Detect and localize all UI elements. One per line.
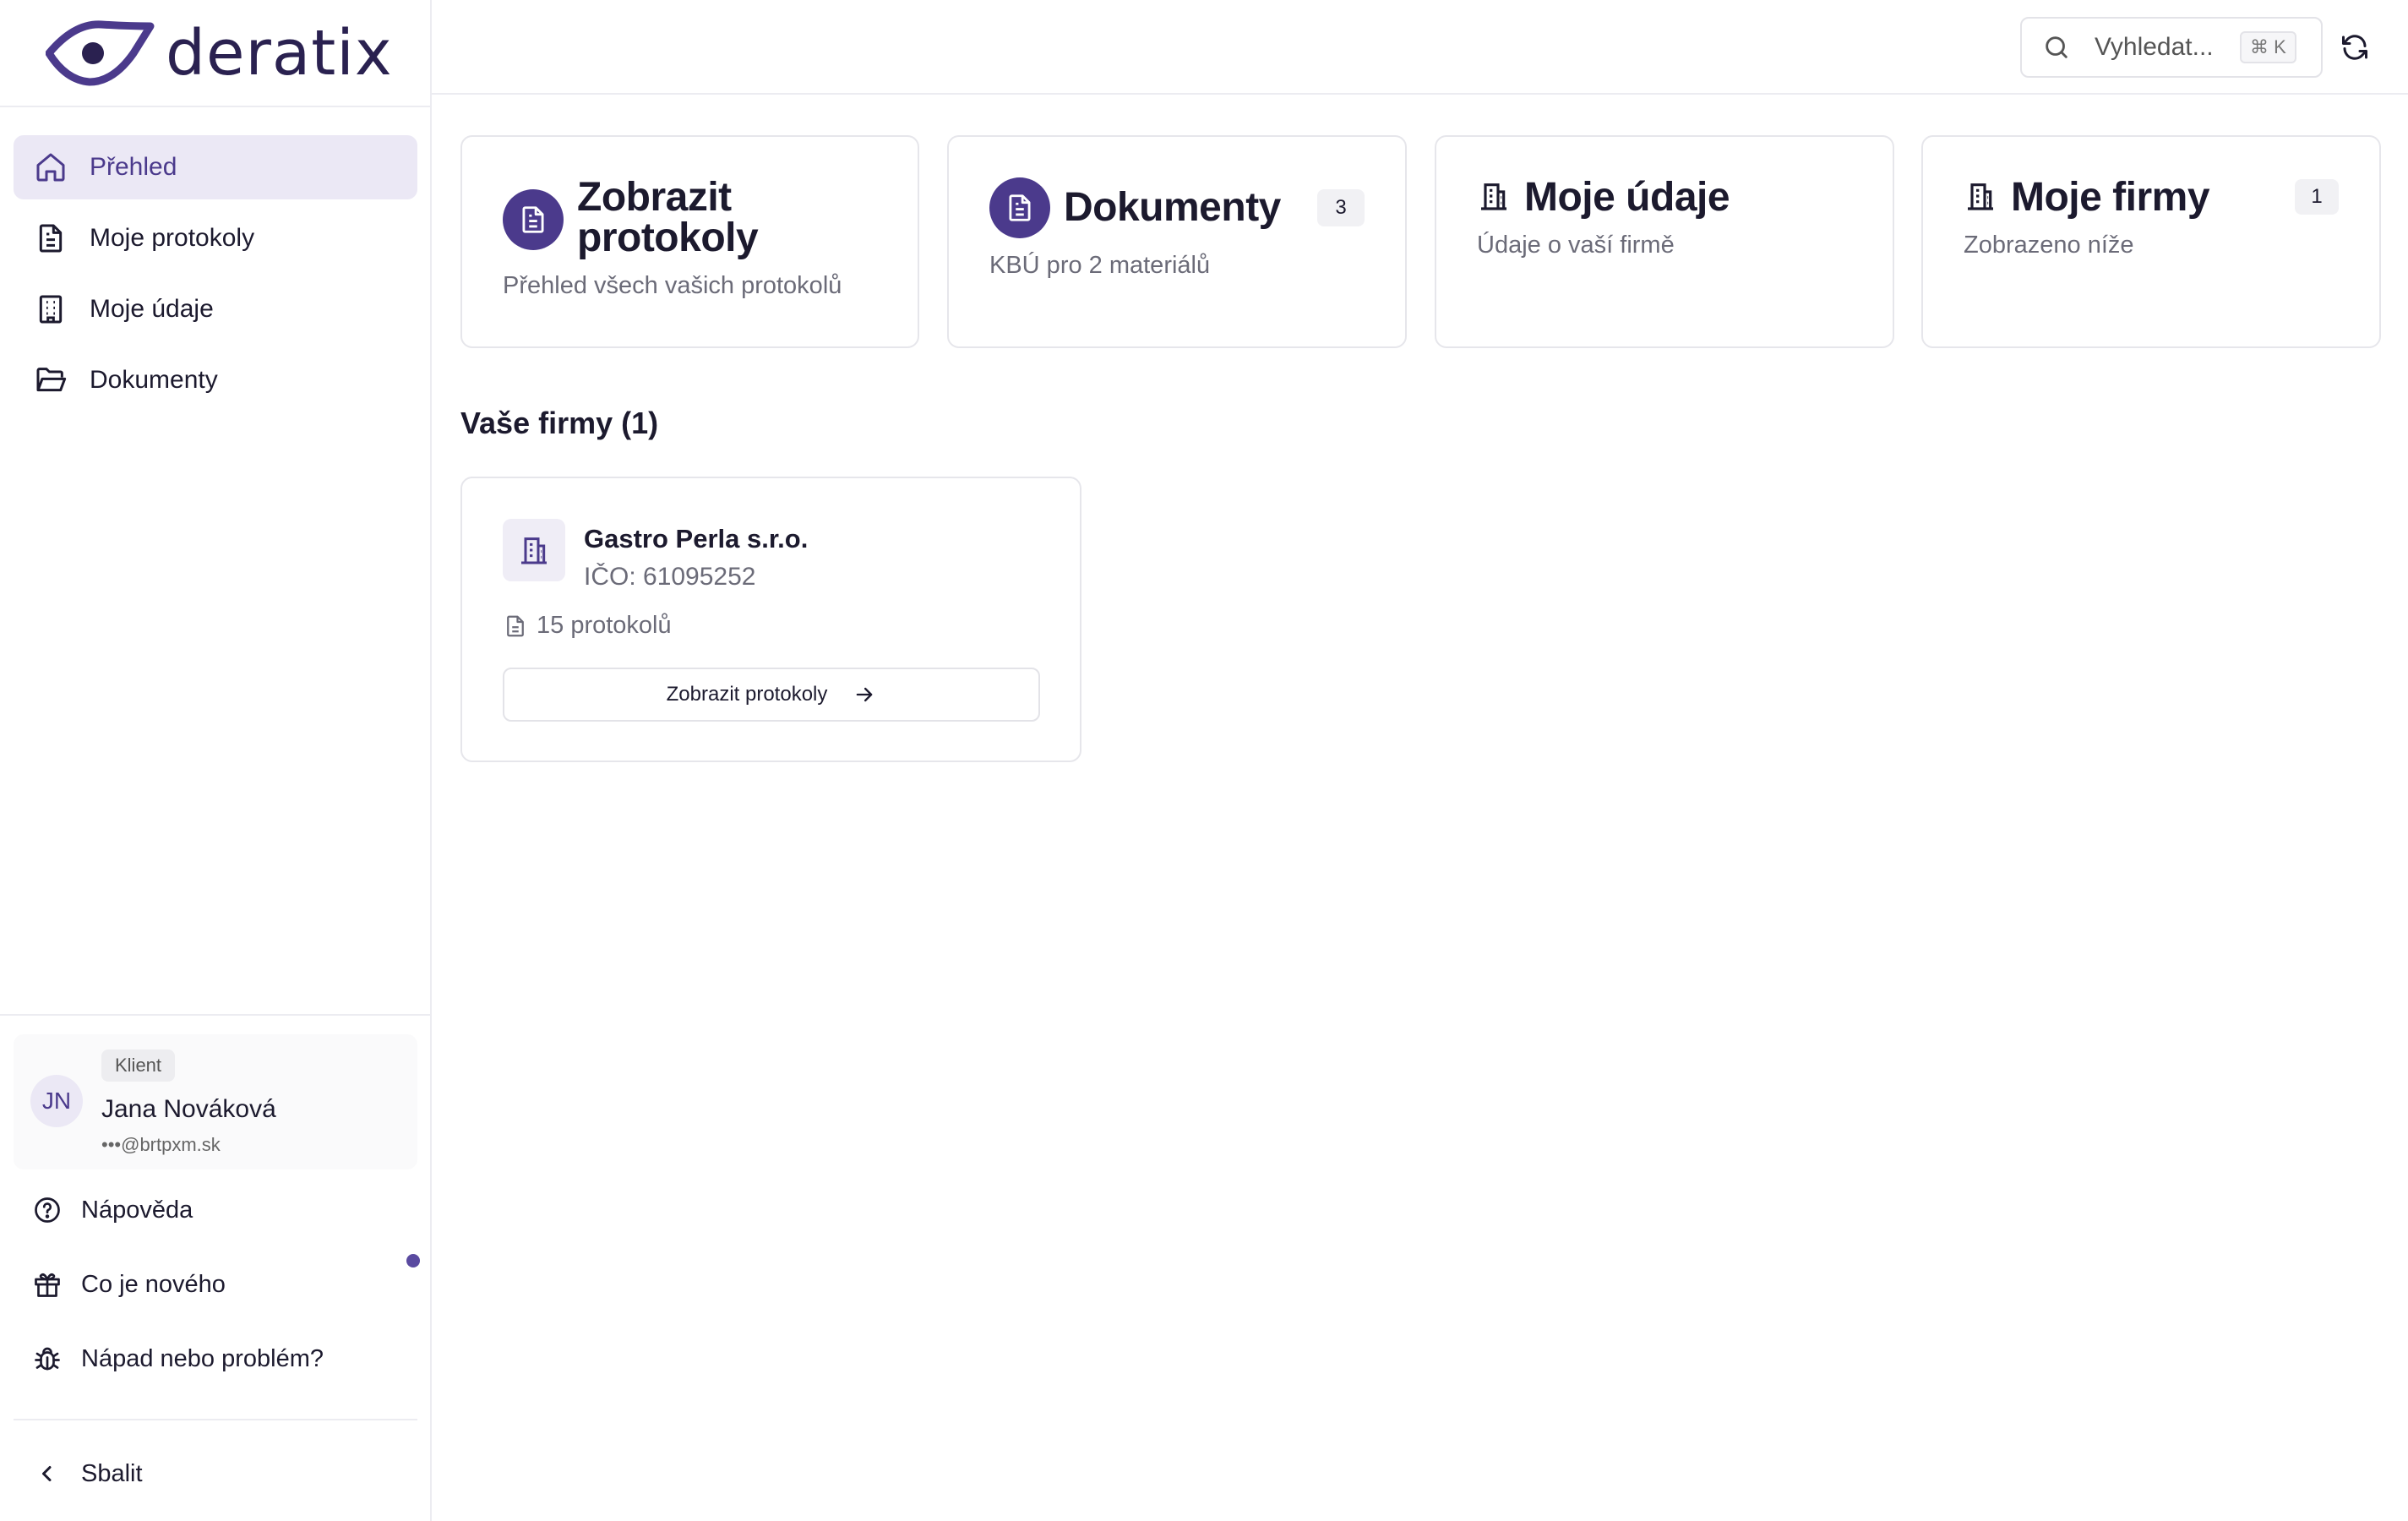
- card-title: Dokumenty: [1064, 185, 1281, 230]
- card-title: Zobrazit protokoly: [577, 175, 759, 260]
- refresh-icon: [2342, 35, 2367, 60]
- firm-protocol-count: 15 protokolů: [503, 612, 672, 640]
- card-subtitle: Zobrazeno níže: [1964, 232, 2134, 259]
- sidebar-footer: JN Klient Jana Nováková •••@brtpxm.sk Ná…: [0, 1014, 430, 1521]
- building-icon: [1964, 179, 1997, 213]
- refresh-button[interactable]: [2336, 29, 2373, 66]
- firm-name: Gastro Perla s.r.o.: [584, 524, 809, 553]
- count-badge: 3: [1317, 189, 1365, 226]
- sidebar-item-moje-protokoly[interactable]: Moje protokoly: [14, 206, 417, 270]
- sidebar-item-label: Moje údaje: [90, 295, 214, 323]
- sidebar-nav: Přehled Moje protokoly Moje údaje Dokume…: [14, 135, 417, 419]
- file-text-icon: [34, 221, 68, 255]
- sidebar-item-dokumenty[interactable]: Dokumenty: [14, 348, 417, 412]
- role-badge: Klient: [101, 1049, 176, 1082]
- help-link[interactable]: Nápověda: [32, 1195, 193, 1225]
- view-protocols-button[interactable]: Zobrazit protokoly: [503, 668, 1040, 722]
- sidebar-item-label: Moje protokoly: [90, 224, 255, 252]
- user-email: •••@brtpxm.sk: [101, 1134, 221, 1155]
- card-zobrazit-protokoly[interactable]: Zobrazit protokoly Přehled všech vašich …: [460, 135, 919, 348]
- shortcut-badge: ⌘ K: [2240, 31, 2296, 63]
- eye-logo-icon: [46, 19, 155, 85]
- whats-new-label: Co je nového: [81, 1270, 226, 1298]
- topbar: ⌘ K: [432, 0, 2408, 95]
- file-text-icon: [503, 189, 564, 250]
- count-badge: 1: [2295, 179, 2339, 215]
- user-card[interactable]: JN Klient Jana Nováková •••@brtpxm.sk: [14, 1034, 417, 1169]
- user-name: Jana Nováková: [101, 1095, 276, 1123]
- card-subtitle: Přehled všech vašich protokolů: [503, 272, 842, 299]
- app-root: deratix Přehled Moje protokoly Moje údaj…: [0, 0, 2408, 1521]
- protocol-count-label: 15 protokolů: [537, 612, 672, 639]
- sidebar: deratix Přehled Moje protokoly Moje údaj…: [0, 0, 432, 1521]
- card-moje-udaje[interactable]: Moje údaje Údaje o vaší firmě: [1435, 135, 1894, 348]
- section-title: Vaše firmy (1): [460, 406, 659, 440]
- chevron-left-icon: [32, 1458, 63, 1489]
- building-icon: [34, 292, 68, 326]
- new-indicator-dot: [406, 1254, 420, 1268]
- folder-open-icon: [34, 363, 68, 397]
- arrow-right-icon: [853, 683, 876, 706]
- sidebar-item-moje-udaje[interactable]: Moje údaje: [14, 277, 417, 341]
- building-icon: [503, 519, 565, 581]
- collapse-button[interactable]: Sbalit: [32, 1458, 143, 1489]
- card-title: Moje údaje: [1524, 175, 1730, 220]
- firm-ico: IČO: 61095252: [584, 563, 756, 591]
- gift-icon: [32, 1269, 63, 1300]
- search-input[interactable]: [2095, 33, 2230, 62]
- card-moje-firmy[interactable]: Moje firmy 1 Zobrazeno níže: [1921, 135, 2381, 348]
- search-box[interactable]: ⌘ K: [2020, 17, 2323, 78]
- avatar: JN: [30, 1075, 83, 1127]
- sidebar-item-prehled[interactable]: Přehled: [14, 135, 417, 199]
- feedback-label: Nápad nebo problém?: [81, 1344, 324, 1372]
- card-title: Moje firmy: [2011, 175, 2210, 220]
- card-subtitle: Údaje o vaší firmě: [1477, 232, 1675, 259]
- logo[interactable]: deratix: [0, 0, 430, 107]
- firm-card: Gastro Perla s.r.o. IČO: 61095252 15 pro…: [460, 477, 1081, 762]
- help-circle-icon: [32, 1195, 63, 1225]
- help-label: Nápověda: [81, 1196, 193, 1224]
- card-dokumenty[interactable]: Dokumenty 3 KBÚ pro 2 materiálů: [947, 135, 1407, 348]
- card-subtitle: KBÚ pro 2 materiálů: [989, 252, 1211, 279]
- file-text-icon: [503, 613, 528, 639]
- building-icon: [1477, 179, 1511, 213]
- sidebar-item-label: Dokumenty: [90, 366, 218, 394]
- sidebar-item-label: Přehled: [90, 153, 177, 181]
- search-icon: [2042, 33, 2071, 62]
- file-text-icon: [989, 177, 1050, 238]
- view-protocols-label: Zobrazit protokoly: [666, 683, 828, 706]
- brand-name: deratix: [166, 16, 393, 90]
- home-icon: [34, 150, 68, 184]
- feedback-link[interactable]: Nápad nebo problém?: [32, 1344, 324, 1374]
- bug-icon: [32, 1344, 63, 1374]
- whats-new-link[interactable]: Co je nového: [32, 1269, 226, 1300]
- sidebar-divider: [14, 1419, 417, 1420]
- collapse-label: Sbalit: [81, 1459, 143, 1487]
